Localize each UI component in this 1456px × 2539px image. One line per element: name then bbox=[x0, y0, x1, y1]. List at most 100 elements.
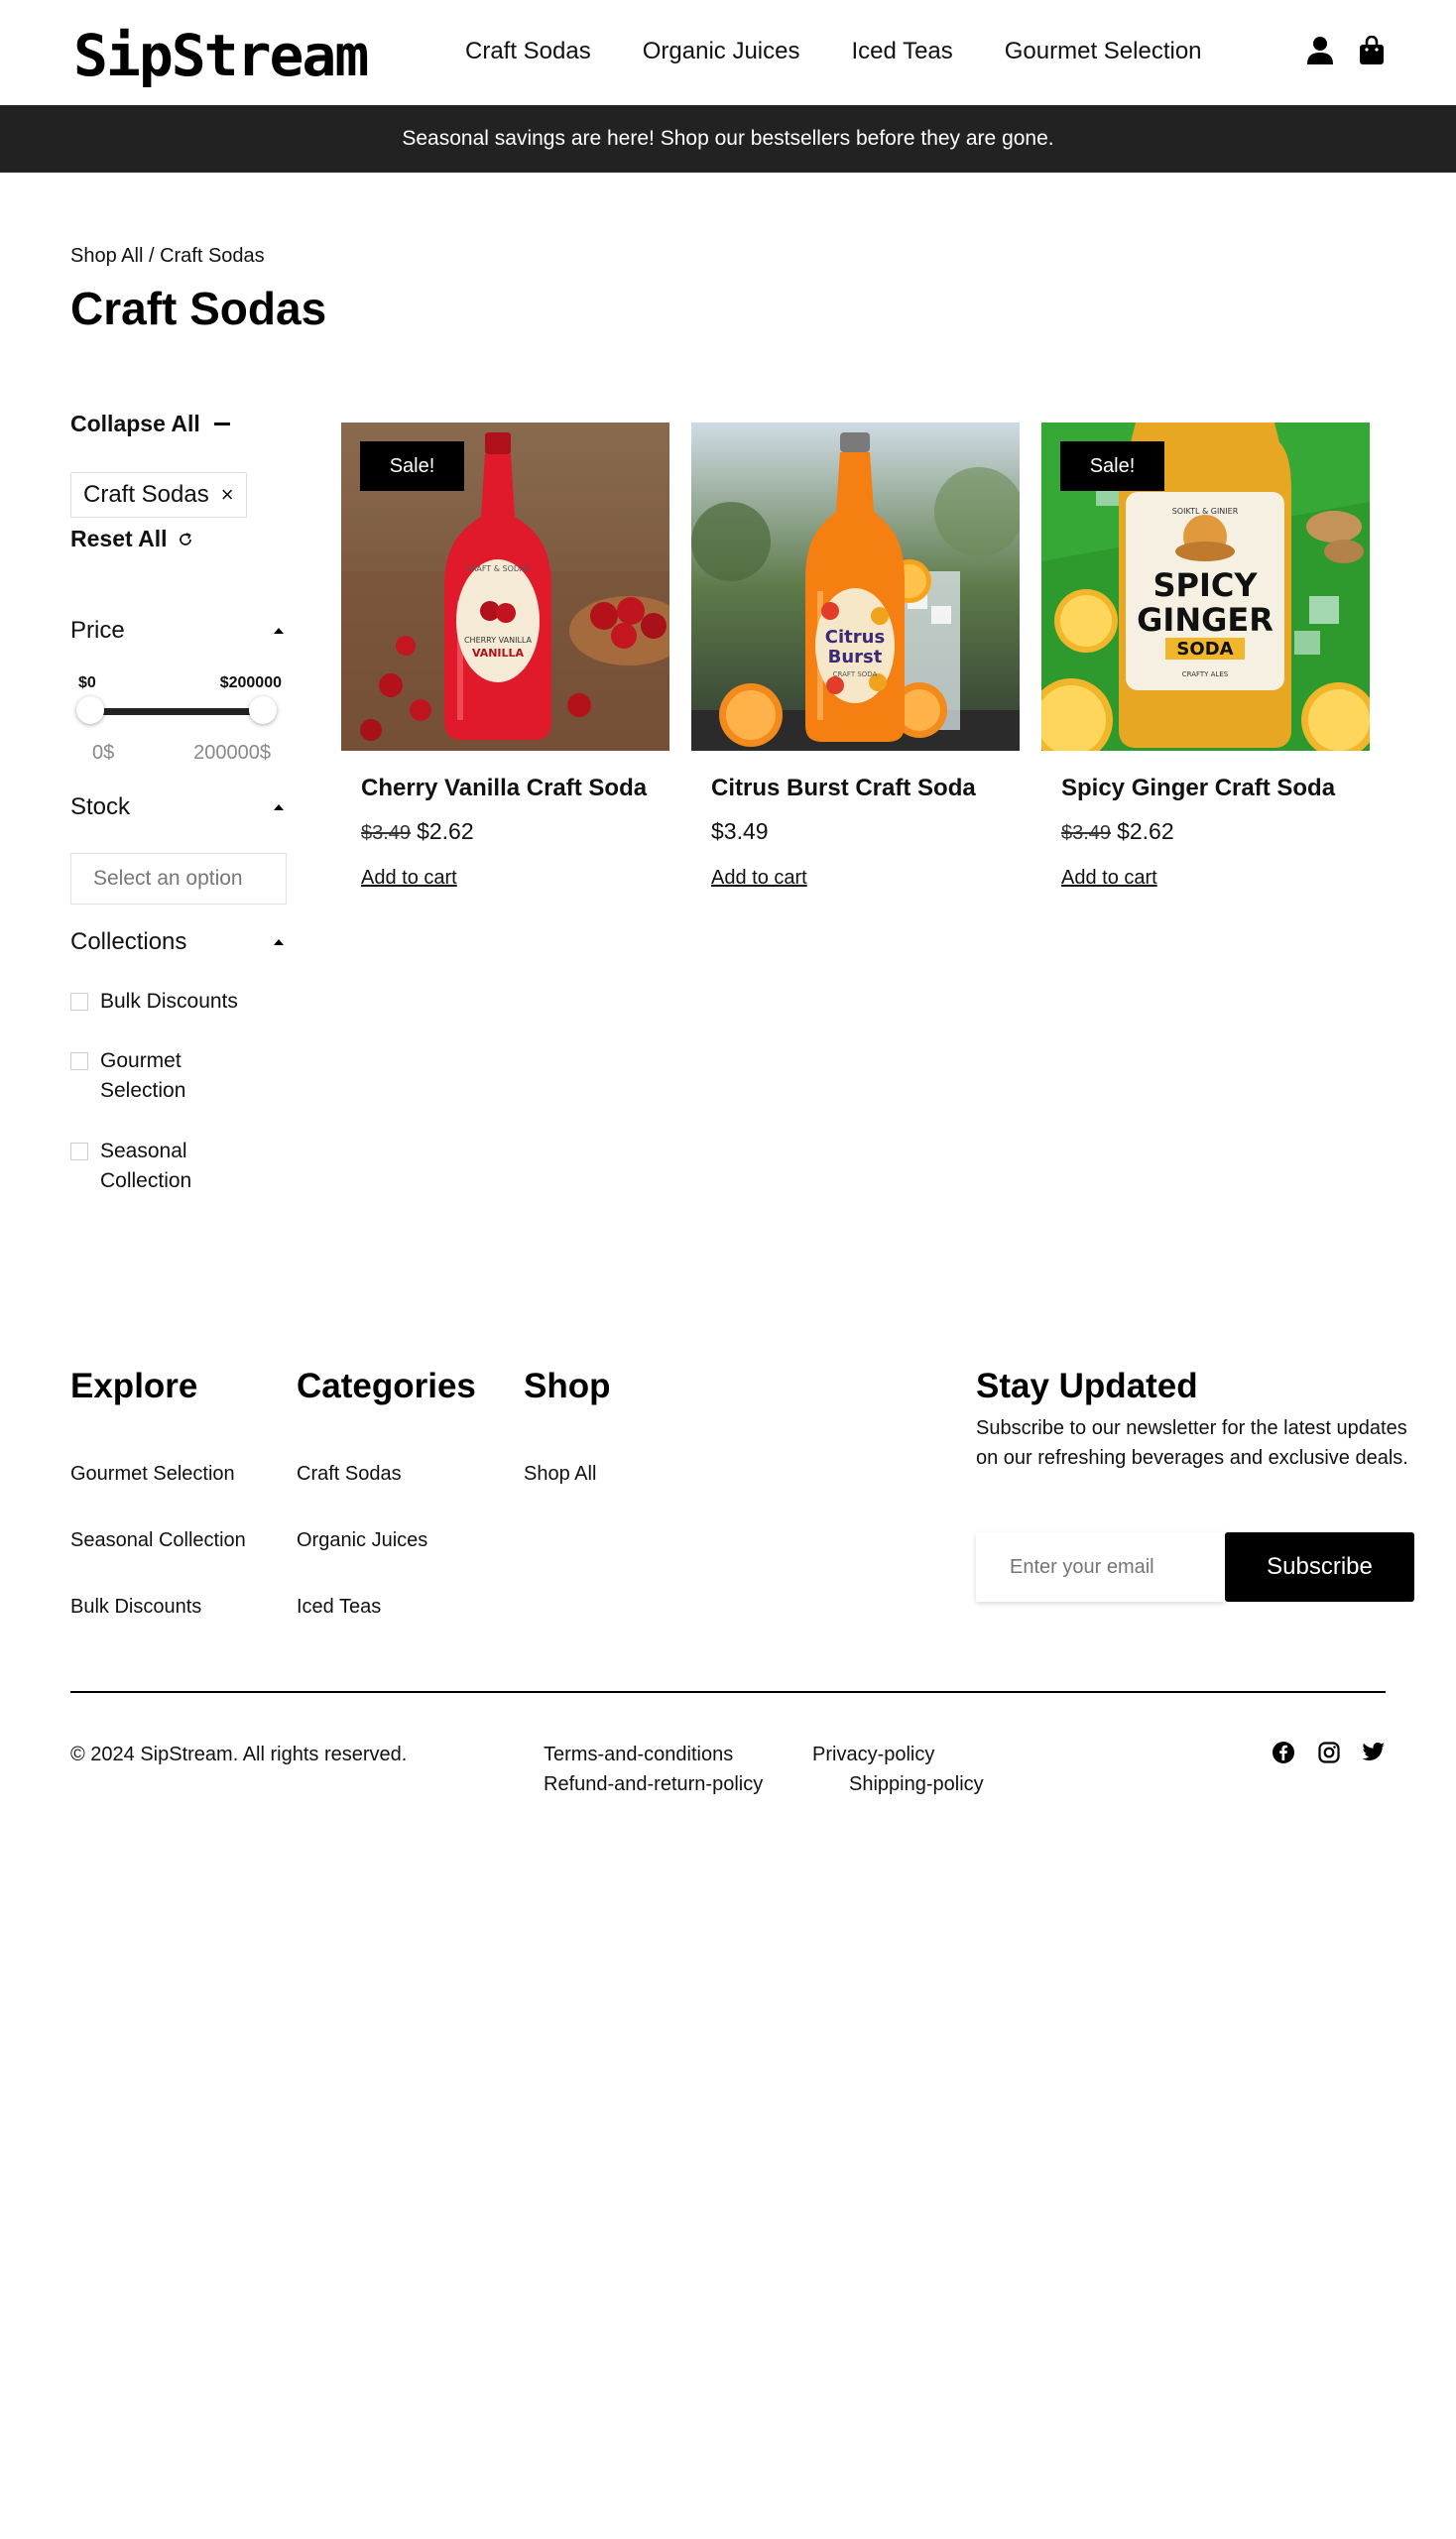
product-image[interactable]: Citrus Burst CRAFT SODA bbox=[691, 423, 1020, 751]
footer-link-gourmet-selection[interactable]: Gourmet Selection bbox=[70, 1463, 235, 1486]
breadcrumb-current: Craft Sodas bbox=[160, 245, 265, 267]
svg-text:SPICY: SPICY bbox=[1153, 566, 1258, 604]
checkbox[interactable] bbox=[70, 993, 88, 1011]
price-max-label: $200000 bbox=[219, 674, 282, 691]
collection-option-label: Bulk Discounts bbox=[100, 987, 238, 1017]
add-to-cart-button[interactable]: Add to cart bbox=[1061, 867, 1157, 890]
price-filter-label: Price bbox=[70, 617, 125, 644]
minus-icon bbox=[213, 423, 230, 425]
svg-text:SODA: SODA bbox=[1176, 639, 1233, 660]
product-card: SOIKTL & GINIER SPICY GINGER SODA CRAFTY… bbox=[1041, 423, 1370, 889]
checkbox[interactable] bbox=[70, 1143, 88, 1160]
user-icon[interactable] bbox=[1305, 34, 1335, 67]
collections-filter-toggle[interactable]: Collections bbox=[70, 928, 284, 956]
promo-banner: Seasonal savings are here! Shop our best… bbox=[0, 105, 1456, 173]
checkbox[interactable] bbox=[70, 1052, 88, 1070]
footer-link-organic-juices[interactable]: Organic Juices bbox=[297, 1529, 427, 1552]
product-name[interactable]: Spicy Ginger Craft Soda bbox=[1061, 775, 1335, 802]
collection-option-bulk-discounts[interactable]: Bulk Discounts bbox=[70, 987, 238, 1017]
breadcrumb-separator: / bbox=[143, 245, 161, 267]
subscribe-button[interactable]: Subscribe bbox=[1225, 1532, 1414, 1602]
header-actions bbox=[1305, 34, 1387, 67]
price-filter-toggle[interactable]: Price bbox=[70, 617, 284, 645]
original-price: $3.49 bbox=[1061, 822, 1112, 844]
svg-text:CRAFT & SODAS: CRAFT & SODAS bbox=[466, 564, 531, 573]
refresh-icon bbox=[179, 532, 191, 545]
policy-link-refund[interactable]: Refund-and-return-policy bbox=[544, 1773, 763, 1796]
footer-link-iced-teas[interactable]: Iced Teas bbox=[297, 1596, 381, 1619]
main-nav: Craft Sodas Organic Juices Iced Teas Gou… bbox=[465, 34, 1254, 69]
caret-up-icon bbox=[274, 804, 284, 810]
product-card: CRAFT & SODAS CHERRY VANILLA VANILLA Sal… bbox=[341, 423, 669, 889]
svg-text:SOIKTL & GINIER: SOIKTL & GINIER bbox=[1172, 507, 1239, 516]
svg-text:CRAFTY ALES: CRAFTY ALES bbox=[1182, 670, 1229, 678]
footer-link-craft-sodas[interactable]: Craft Sodas bbox=[297, 1463, 402, 1486]
price-slider-min-handle[interactable] bbox=[76, 696, 104, 724]
instagram-icon[interactable] bbox=[1316, 1740, 1342, 1765]
collections-filter-label: Collections bbox=[70, 928, 187, 955]
price-slider-track[interactable] bbox=[88, 708, 261, 715]
nav-gourmet-selection[interactable]: Gourmet Selection bbox=[1005, 34, 1202, 69]
collection-option-gourmet-selection[interactable]: Gourmet Selection bbox=[70, 1046, 185, 1106]
stock-select-placeholder: Select an option bbox=[93, 867, 243, 890]
stock-filter-label: Stock bbox=[70, 793, 131, 820]
product-image[interactable]: SOIKTL & GINIER SPICY GINGER SODA CRAFTY… bbox=[1041, 423, 1370, 751]
product-name[interactable]: Cherry Vanilla Craft Soda bbox=[361, 775, 647, 802]
newsletter-email-input[interactable] bbox=[976, 1532, 1226, 1602]
reset-all-label: Reset All bbox=[70, 526, 168, 551]
promo-text: Seasonal savings are here! Shop our best… bbox=[402, 127, 1054, 150]
footer-link-bulk-discounts[interactable]: Bulk Discounts bbox=[70, 1596, 201, 1619]
page-title: Craft Sodas bbox=[70, 283, 327, 334]
collapse-all-label: Collapse All bbox=[70, 411, 200, 436]
add-to-cart-button[interactable]: Add to cart bbox=[711, 867, 807, 890]
label-line: Bulk Discounts bbox=[100, 990, 238, 1013]
facebook-icon[interactable] bbox=[1271, 1740, 1296, 1765]
footer-categories-heading: Categories bbox=[297, 1367, 476, 1405]
sale-price: $2.62 bbox=[1117, 818, 1174, 844]
caret-up-icon bbox=[274, 939, 284, 945]
policy-link-terms[interactable]: Terms-and-conditions bbox=[544, 1744, 733, 1766]
policy-link-shipping[interactable]: Shipping-policy bbox=[849, 1773, 984, 1796]
collection-option-label: Seasonal Collection bbox=[100, 1137, 191, 1196]
collection-option-label: Gourmet Selection bbox=[100, 1046, 185, 1106]
stock-select[interactable]: Select an option bbox=[70, 853, 287, 905]
site-logo[interactable]: SipStream bbox=[73, 24, 369, 87]
nav-iced-teas[interactable]: Iced Teas bbox=[851, 34, 952, 69]
product-name[interactable]: Citrus Burst Craft Soda bbox=[711, 775, 976, 802]
svg-text:CRAFT SODA: CRAFT SODA bbox=[833, 670, 878, 678]
regular-price: $3.49 bbox=[711, 818, 769, 844]
price-slider-max-handle[interactable] bbox=[249, 696, 277, 724]
nav-craft-sodas[interactable]: Craft Sodas bbox=[465, 34, 591, 69]
sale-price: $2.62 bbox=[417, 818, 474, 844]
footer-link-shop-all[interactable]: Shop All bbox=[524, 1463, 596, 1486]
breadcrumb: Shop All / Craft Sodas bbox=[70, 245, 265, 268]
product-card: Citrus Burst CRAFT SODA Citrus Burst Cra… bbox=[691, 423, 1020, 889]
policy-link-privacy[interactable]: Privacy-policy bbox=[812, 1744, 934, 1766]
svg-text:Citrus: Citrus bbox=[825, 627, 885, 648]
collection-option-seasonal-collection[interactable]: Seasonal Collection bbox=[70, 1137, 191, 1196]
label-line: Selection bbox=[100, 1079, 186, 1102]
add-to-cart-button[interactable]: Add to cart bbox=[361, 867, 457, 890]
sale-badge: Sale! bbox=[1060, 441, 1164, 491]
svg-text:VANILLA: VANILLA bbox=[472, 647, 525, 660]
caret-up-icon bbox=[274, 628, 284, 634]
chip-label: Craft Sodas bbox=[83, 481, 209, 508]
shopping-bag-icon[interactable] bbox=[1357, 34, 1387, 67]
copyright-text: © 2024 SipStream. All rights reserved. bbox=[70, 1744, 408, 1765]
product-price: $3.49 $2.62 bbox=[361, 818, 474, 845]
stock-filter-toggle[interactable]: Stock bbox=[70, 793, 284, 821]
sale-badge: Sale! bbox=[360, 441, 464, 491]
newsletter-description: Subscribe to our newsletter for the late… bbox=[976, 1417, 1408, 1469]
footer-link-seasonal-collection[interactable]: Seasonal Collection bbox=[70, 1529, 246, 1552]
twitter-icon[interactable] bbox=[1361, 1740, 1387, 1765]
breadcrumb-shop-all[interactable]: Shop All bbox=[70, 245, 143, 267]
product-image[interactable]: CRAFT & SODAS CHERRY VANILLA VANILLA Sal… bbox=[341, 423, 669, 751]
active-filter-chip: Craft Sodas × bbox=[70, 472, 247, 518]
collapse-all-button[interactable]: Collapse All bbox=[70, 411, 230, 437]
nav-organic-juices[interactable]: Organic Juices bbox=[643, 34, 800, 69]
footer-divider bbox=[70, 1691, 1386, 1693]
reset-all-button[interactable]: Reset All bbox=[70, 526, 193, 552]
price-min-value: 0$ bbox=[92, 742, 115, 764]
label-line: Collection bbox=[100, 1169, 192, 1192]
close-icon[interactable]: × bbox=[221, 482, 234, 508]
